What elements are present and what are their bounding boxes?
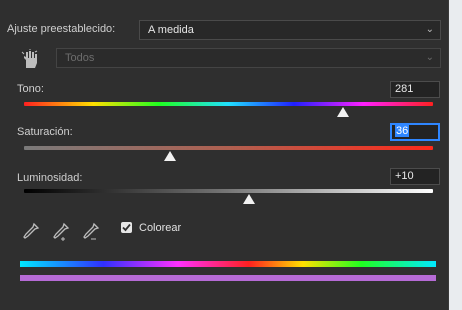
saturation-label: Saturación: <box>17 126 73 138</box>
channel-value: Todos <box>65 52 95 64</box>
hue-value: 281 <box>395 83 414 95</box>
channel-dropdown[interactable]: Todos ⌄ <box>56 48 441 68</box>
background-strip <box>449 0 462 310</box>
saturation-input[interactable]: 36 <box>390 123 440 141</box>
lightness-value: +10 <box>395 170 414 182</box>
hue-slider-track[interactable] <box>24 102 433 106</box>
colorize-checkbox[interactable] <box>121 222 132 233</box>
preset-label: Ajuste preestablecido: <box>7 23 116 35</box>
eyedropper-minus-icon[interactable] <box>81 222 101 242</box>
lightness-slider-thumb[interactable] <box>243 194 255 204</box>
saturation-value: 36 <box>395 125 410 137</box>
preset-dropdown[interactable]: A medida ⌄ <box>139 20 441 40</box>
hand-target-icon[interactable] <box>20 49 40 69</box>
hue-saturation-panel: Ajuste preestablecido: A medida ⌄ Todos … <box>0 0 449 310</box>
input-color-bar <box>20 261 436 267</box>
hue-slider-thumb[interactable] <box>337 107 349 117</box>
hue-input[interactable]: 281 <box>390 81 440 98</box>
saturation-slider-track[interactable] <box>24 146 433 150</box>
check-icon <box>122 223 131 232</box>
colorize-label: Colorear <box>139 222 182 234</box>
output-color-bar <box>20 275 436 281</box>
lightness-label: Luminosidad: <box>17 172 83 184</box>
lightness-slider-track[interactable] <box>24 189 433 193</box>
lightness-input[interactable]: +10 <box>390 168 440 185</box>
eyedropper-icon[interactable] <box>22 222 40 240</box>
chevron-down-icon: ⌄ <box>425 24 434 35</box>
hue-label: Tono: <box>17 83 44 95</box>
chevron-down-icon: ⌄ <box>425 52 434 63</box>
eyedropper-plus-icon[interactable] <box>51 222 71 242</box>
saturation-slider-thumb[interactable] <box>164 151 176 161</box>
preset-value: A medida <box>148 24 194 36</box>
